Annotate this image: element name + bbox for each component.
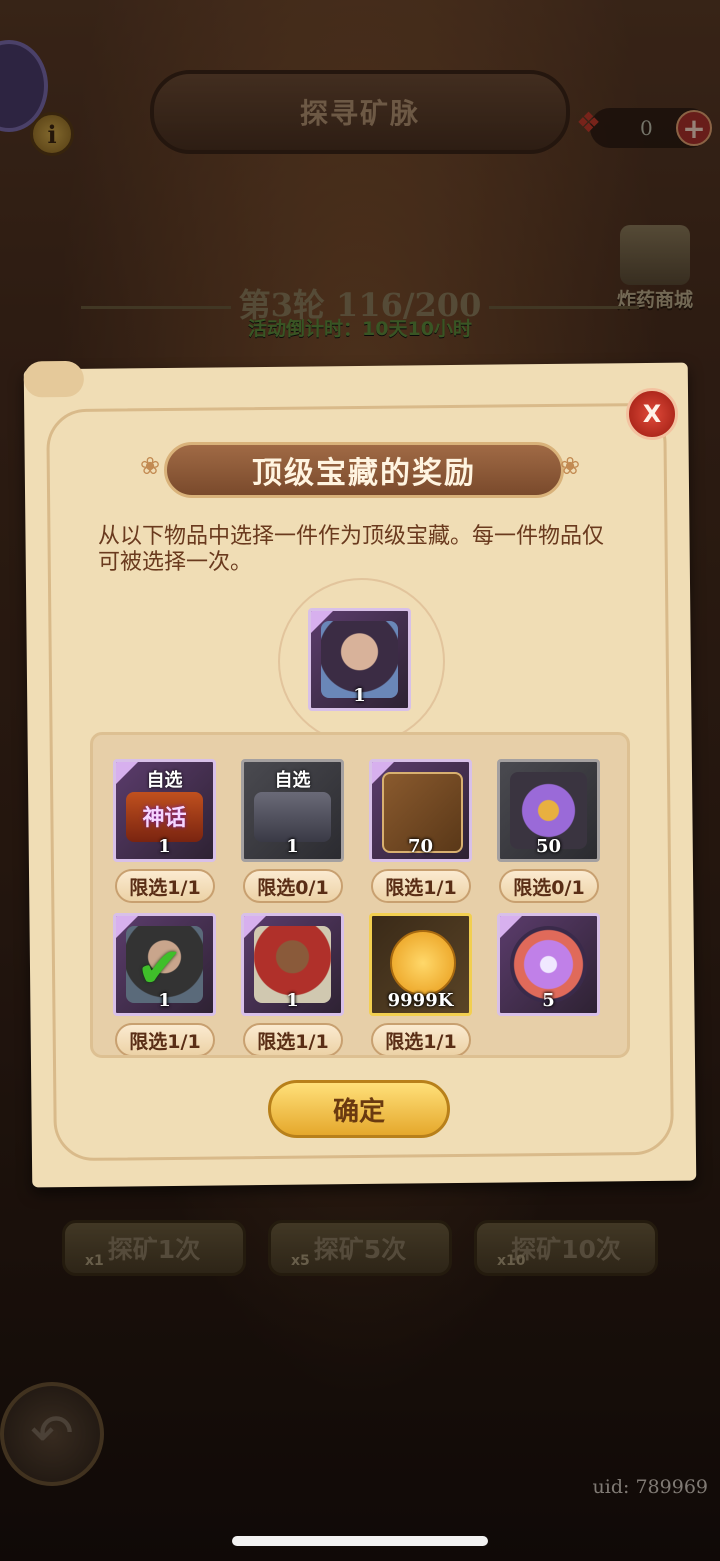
reward-item-crystal-shard[interactable]: 50: [497, 759, 600, 862]
limit-badge: 限选1/1: [115, 1023, 215, 1055]
item-count: 1: [158, 836, 171, 857]
reward-item-iron-chest[interactable]: 自选 1: [241, 759, 344, 862]
mythic-label: 神话: [142, 806, 187, 831]
scroll-curl: [23, 360, 85, 398]
item-count: 1: [353, 685, 366, 706]
limit-badge: 限选0/1: [243, 869, 343, 903]
limit-badge: 限选1/1: [371, 1023, 471, 1055]
limit-badge: 限选1/1: [371, 869, 471, 903]
reward-item-warrior-hero[interactable]: 1: [241, 913, 344, 1016]
rarity-corner: [311, 611, 333, 633]
item-badge: 自选: [146, 770, 183, 791]
dialog-description: 从以下物品中选择一件作为顶级宝藏。每一件物品仅可被选择一次。: [98, 524, 605, 575]
reward-item-gold-coin[interactable]: 9999K: [369, 913, 472, 1016]
limit-badge: 限选0/1: [499, 869, 599, 903]
home-indicator[interactable]: [232, 1536, 488, 1546]
item-count: 70: [407, 836, 434, 857]
reward-item-mythic-chest[interactable]: 自选 神话 1: [113, 759, 216, 862]
item-badge: 自选: [274, 770, 311, 791]
gold-coin-icon: [390, 930, 456, 996]
reward-item-card-pack[interactable]: 70: [369, 759, 472, 862]
iron-chest-icon: [254, 792, 331, 842]
limit-badge: 限选1/1: [243, 1023, 343, 1055]
item-count: 1: [158, 990, 171, 1011]
dialog-title: 顶级宝藏的奖励: [164, 442, 564, 498]
ornament-right-icon: ❀: [560, 452, 581, 480]
featured-reward: 1: [278, 578, 445, 745]
rarity-corner: [116, 916, 138, 938]
item-count: 9999K: [387, 990, 454, 1011]
reward-item-hero-portrait[interactable]: ✔ 1: [113, 913, 216, 1016]
item-count: 1: [286, 836, 299, 857]
confirm-button[interactable]: 确定: [268, 1080, 450, 1138]
rarity-corner: [244, 916, 266, 938]
item-count: 50: [535, 836, 562, 857]
reward-item-magic-orb[interactable]: 5: [497, 913, 600, 1016]
rarity-corner: [500, 916, 522, 938]
reward-item-grid: 自选 神话 1 自选 1 70 50 限选1/1 限选0/1 限选1/1 限选0…: [90, 732, 630, 1058]
item-count: 1: [286, 990, 299, 1011]
item-count: 5: [542, 990, 555, 1011]
rarity-corner: [372, 762, 394, 784]
limit-badge: 限选1/1: [115, 869, 215, 903]
close-button[interactable]: X: [626, 388, 678, 440]
featured-reward-slot[interactable]: 1: [308, 608, 411, 711]
